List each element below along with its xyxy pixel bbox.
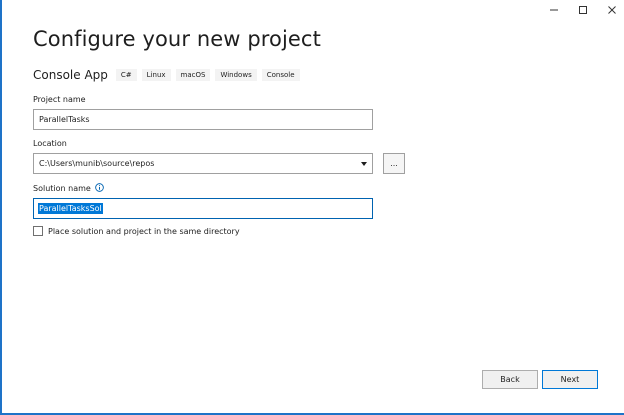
back-button[interactable]: Back xyxy=(482,370,538,389)
close-icon xyxy=(607,5,617,15)
tag-csharp: C# xyxy=(115,69,137,81)
page-title: Configure your new project xyxy=(33,27,321,51)
minimize-icon xyxy=(549,5,559,15)
template-name: Console App xyxy=(33,68,108,82)
close-button[interactable] xyxy=(597,2,624,18)
solution-name-value: ParallelTasksSol xyxy=(38,203,103,214)
tag-console: Console xyxy=(261,69,300,81)
solution-name-label: Solution name xyxy=(33,183,104,194)
same-directory-option[interactable]: Place solution and project in the same d… xyxy=(33,226,240,236)
location-label-text: Location xyxy=(33,139,67,148)
browse-location-button[interactable]: ... xyxy=(383,153,405,174)
location-label: Location xyxy=(33,139,67,148)
location-value: C:\Users\munib\source\repos xyxy=(39,159,155,168)
dialog-window: Configure your new project Console App C… xyxy=(0,0,624,415)
template-info: Console App C# Linux macOS Windows Conso… xyxy=(33,67,305,83)
next-button[interactable]: Next xyxy=(542,370,598,389)
tag-windows: Windows xyxy=(215,69,257,81)
project-name-label: Project name xyxy=(33,95,86,104)
maximize-icon xyxy=(578,5,588,15)
browse-label: ... xyxy=(390,159,398,168)
minimize-button[interactable] xyxy=(539,2,569,18)
project-name-label-text: Project name xyxy=(33,95,86,104)
project-name-value: ParallelTasks xyxy=(39,115,90,124)
dropdown-arrow-icon[interactable] xyxy=(359,154,369,173)
project-name-input[interactable]: ParallelTasks xyxy=(33,109,373,130)
same-directory-label: Place solution and project in the same d… xyxy=(48,226,240,236)
location-combobox[interactable]: C:\Users\munib\source\repos xyxy=(33,153,373,174)
same-directory-checkbox[interactable] xyxy=(33,226,43,236)
info-icon[interactable] xyxy=(95,183,104,194)
next-label: Next xyxy=(560,375,580,384)
solution-name-input[interactable]: ParallelTasksSol xyxy=(33,198,373,219)
tag-linux: Linux xyxy=(141,69,171,81)
solution-name-label-text: Solution name xyxy=(33,184,91,193)
back-label: Back xyxy=(500,375,520,384)
tag-macos: macOS xyxy=(175,69,211,81)
maximize-button[interactable] xyxy=(568,2,598,18)
